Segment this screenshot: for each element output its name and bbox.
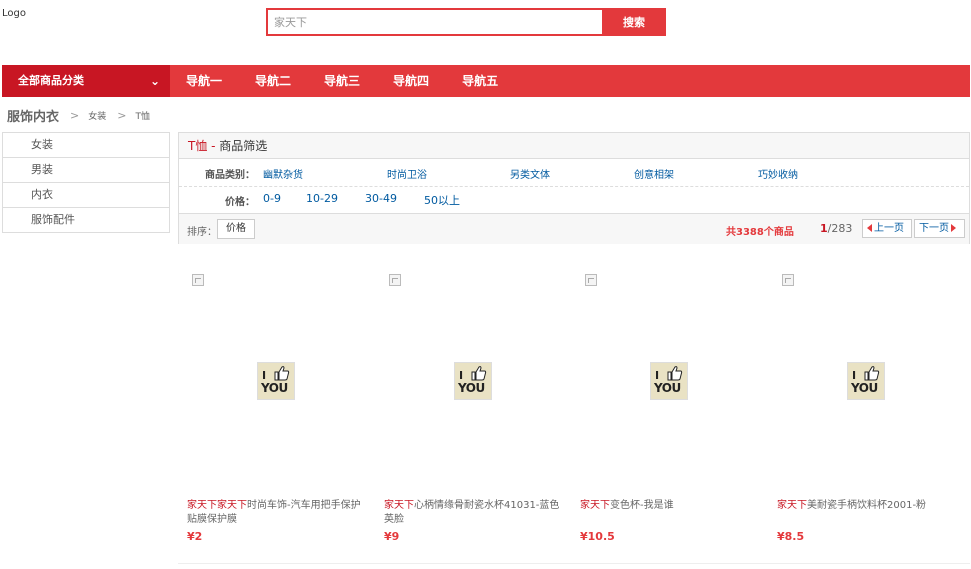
product-thumbnail[interactable]: I YOU [847, 362, 885, 400]
price-filter-option[interactable]: 50以上 [424, 192, 460, 208]
triangle-right-icon [951, 224, 956, 232]
product-price: ¥9 [384, 530, 400, 543]
category-filter-option[interactable]: 巧妙收纳 [758, 166, 798, 181]
next-page-label: 下一页 [919, 223, 949, 234]
thumbs-up-icon [274, 366, 290, 381]
price-filter-option[interactable]: 10-29 [306, 192, 338, 205]
category-filter-label: 商品类别： [205, 170, 255, 181]
nav-item-1[interactable]: 导航一 [170, 65, 239, 97]
breadcrumb: 服饰内衣 > 女装 > T恤 [7, 106, 150, 125]
nav-item-4[interactable]: 导航四 [377, 65, 446, 97]
category-sidebar: 女装 男装 内衣 服饰配件 [2, 132, 170, 233]
price-filter-option[interactable]: 30-49 [365, 192, 397, 205]
thumbnail-text: YOU [851, 381, 878, 395]
sidebar-item-women[interactable]: 女装 [3, 133, 169, 158]
breadcrumb-root[interactable]: 服饰内衣 [7, 106, 59, 125]
sort-bar: 排序： 价格 共3388个商品 1/283 上一页 下一页 [179, 213, 969, 244]
broken-image-icon [782, 274, 794, 286]
category-filter-option[interactable]: 时尚卫浴 [387, 166, 427, 181]
product-name: 变色杯-我是谁 [610, 500, 674, 511]
thumbnail-text: YOU [654, 381, 681, 395]
product-brand: 家天下 [580, 500, 610, 511]
category-filter-row: 商品类别： 幽默杂货 时尚卫浴 另类文体 创意相架 巧妙收纳 [179, 160, 969, 187]
sort-label: 排序： [187, 227, 217, 238]
thumbs-up-icon [864, 366, 880, 381]
product-thumbnail[interactable]: I YOU [257, 362, 295, 400]
all-categories-dropdown[interactable]: 全部商品分类 ⌄ [2, 65, 170, 97]
chevron-right-icon: > [117, 108, 127, 122]
total-pages: /283 [827, 222, 853, 235]
product-card[interactable]: I YOU 家天下家天下时尚车饰-汽车用把手保护贴膜保护膜 ¥2 [178, 268, 374, 564]
category-filter-option[interactable]: 创意相架 [634, 166, 674, 181]
sort-by-price-button[interactable]: 价格 [217, 219, 255, 239]
product-title[interactable]: 家天下心柄情缘骨耐瓷水杯41031-蓝色英脸 [384, 499, 564, 527]
price-filter-row: 价格： 0-9 10-29 30-49 50以上 [179, 187, 969, 212]
thumbs-up-icon [667, 366, 683, 381]
filter-title: T恤 - 商品筛选 [179, 133, 969, 159]
price-filter-option[interactable]: 0-9 [263, 192, 281, 205]
product-title[interactable]: 家天下美耐瓷手柄饮料杯2001-粉 [777, 499, 957, 513]
product-brand: 家天下家天下 [187, 500, 247, 511]
breadcrumb-item-tshirt[interactable]: T恤 [135, 109, 150, 122]
thumbnail-text: YOU [261, 381, 288, 395]
product-card[interactable]: I YOU 家天下心柄情缘骨耐瓷水杯41031-蓝色英脸 ¥9 [375, 268, 571, 564]
chevron-down-icon: ⌄ [149, 74, 160, 88]
product-card[interactable]: I YOU 家天下美耐瓷手柄饮料杯2001-粉 ¥8.5 [768, 268, 964, 564]
category-filter-option[interactable]: 幽默杂货 [263, 166, 303, 181]
broken-image-icon [585, 274, 597, 286]
result-count-suffix: 个商品 [763, 227, 794, 238]
prev-page-label: 上一页 [874, 223, 904, 234]
product-price: ¥10.5 [580, 530, 615, 543]
filter-title-category: T恤 - [188, 139, 220, 153]
product-thumbnail[interactable]: I YOU [650, 362, 688, 400]
product-name: 美耐瓷手柄饮料杯2001-粉 [807, 500, 927, 511]
triangle-left-icon [867, 224, 872, 232]
sidebar-item-accessories[interactable]: 服饰配件 [3, 208, 169, 233]
result-count: 共3388个商品 [726, 223, 794, 238]
all-categories-label: 全部商品分类 [18, 74, 84, 87]
main-nav: 全部商品分类 ⌄ 导航一 导航二 导航三 导航四 导航五 [2, 65, 970, 97]
broken-image-icon [389, 274, 401, 286]
filter-panel: T恤 - 商品筛选 商品类别： 幽默杂货 时尚卫浴 另类文体 创意相架 巧妙收纳… [178, 132, 970, 244]
logo[interactable]: Logo [2, 8, 26, 19]
page-indicator: 1/283 [820, 222, 852, 235]
result-count-number: 3388 [736, 227, 764, 238]
search-bar: 搜索 [266, 8, 666, 36]
nav-item-5[interactable]: 导航五 [446, 65, 515, 97]
broken-image-icon [192, 274, 204, 286]
filter-title-text: 商品筛选 [219, 139, 268, 153]
sidebar-item-underwear[interactable]: 内衣 [3, 183, 169, 208]
next-page-button[interactable]: 下一页 [914, 219, 965, 238]
thumbnail-text: YOU [458, 381, 485, 395]
divider [178, 563, 970, 564]
product-card[interactable]: I YOU 家天下变色杯-我是谁 ¥10.5 [571, 268, 767, 564]
product-title[interactable]: 家天下变色杯-我是谁 [580, 499, 760, 513]
prev-page-button[interactable]: 上一页 [862, 219, 912, 238]
current-page: 1 [820, 222, 828, 235]
nav-item-2[interactable]: 导航二 [239, 65, 308, 97]
search-input[interactable] [266, 8, 602, 36]
product-brand: 家天下 [777, 500, 807, 511]
sidebar-item-men[interactable]: 男装 [3, 158, 169, 183]
product-title[interactable]: 家天下家天下时尚车饰-汽车用把手保护贴膜保护膜 [187, 499, 367, 527]
price-filter-label: 价格： [225, 197, 255, 208]
product-thumbnail[interactable]: I YOU [454, 362, 492, 400]
nav-item-3[interactable]: 导航三 [308, 65, 377, 97]
result-count-prefix: 共 [726, 227, 736, 238]
thumbs-up-icon [471, 366, 487, 381]
breadcrumb-item-women[interactable]: 女装 [88, 109, 106, 122]
chevron-right-icon: > [70, 108, 80, 122]
product-brand: 家天下 [384, 500, 414, 511]
category-filter-option[interactable]: 另类文体 [510, 166, 550, 181]
product-price: ¥2 [187, 530, 203, 543]
search-button[interactable]: 搜索 [602, 8, 666, 36]
product-price: ¥8.5 [777, 530, 805, 543]
